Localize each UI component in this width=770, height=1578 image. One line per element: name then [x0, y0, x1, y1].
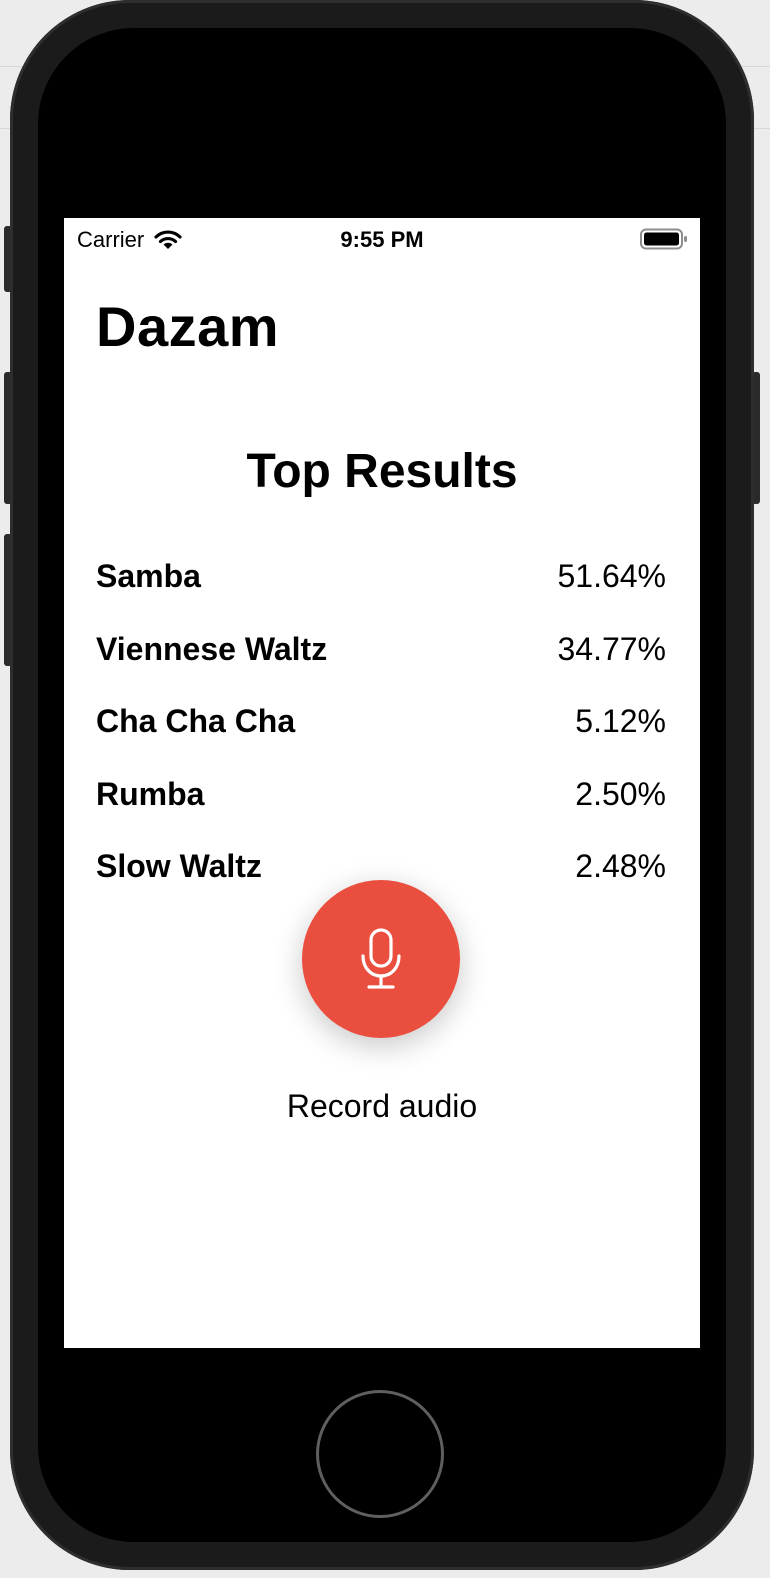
record-audio-label: Record audio — [286, 1088, 478, 1124]
result-percent: 2.48% — [575, 848, 666, 884]
result-percent: 5.12% — [575, 703, 666, 739]
result-name: Slow Waltz — [96, 848, 262, 884]
status-bar: Carrier 9:55 PM — [64, 218, 700, 262]
result-percent: 34.77% — [557, 630, 666, 667]
microphone-icon — [361, 928, 401, 989]
result-row: Rumba 2.50% — [96, 776, 666, 849]
battery-full-icon — [640, 228, 687, 250]
result-row: Samba 51.64% — [96, 558, 666, 631]
result-row: Cha Cha Cha 5.12% — [96, 703, 666, 776]
result-row: Viennese Waltz 34.77% — [96, 631, 666, 704]
result-name: Cha Cha Cha — [96, 703, 296, 739]
app-screen: Carrier 9:55 PM Dazam Top Results Samba … — [64, 218, 700, 1348]
status-time: 9:55 PM — [340, 227, 424, 252]
record-audio-button[interactable] — [302, 880, 460, 1038]
result-percent: 51.64% — [557, 558, 666, 594]
result-name: Viennese Waltz — [96, 630, 328, 667]
home-button[interactable] — [316, 1390, 444, 1518]
results-list: Samba 51.64% Viennese Waltz 34.77% Cha C… — [96, 558, 666, 921]
top-results-heading: Top Results — [246, 445, 518, 498]
result-name: Samba — [96, 558, 201, 594]
result-name: Rumba — [96, 775, 205, 812]
result-percent: 2.50% — [575, 775, 666, 812]
app-title: Dazam — [96, 295, 280, 358]
